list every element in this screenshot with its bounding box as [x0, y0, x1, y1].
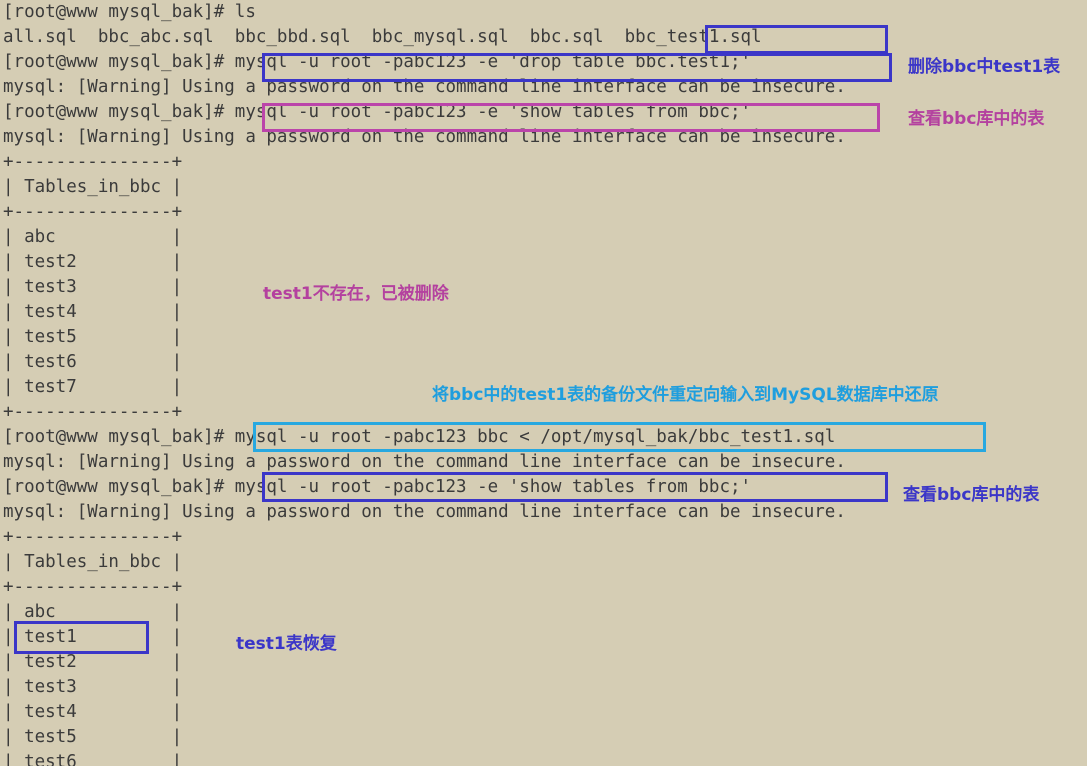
terminal-line: | test3 | [3, 677, 183, 697]
terminal-line: | abc | [3, 227, 183, 247]
terminal-line: | test4 | [3, 702, 183, 722]
terminal-line: | abc | [3, 602, 183, 622]
terminal-line: | test1 | [3, 627, 183, 647]
terminal-line: | test5 | [3, 327, 183, 347]
terminal-line: mysql: [Warning] Using a password on the… [3, 77, 846, 97]
drop-table-note: 删除bbc中test1表 [908, 57, 1061, 77]
terminal-line: [root@www mysql_bak]# ls [3, 2, 256, 22]
terminal-line: +---------------+ [3, 577, 183, 597]
terminal-line: | test6 | [3, 752, 183, 766]
terminal-line: | test6 | [3, 352, 183, 372]
test1-restored-note: test1表恢复 [236, 634, 337, 654]
terminal-line: | Tables_in_bbc | [3, 177, 183, 197]
terminal-line: mysql: [Warning] Using a password on the… [3, 452, 846, 472]
show-tables-note-2: 查看bbc库中的表 [903, 485, 1040, 505]
restore-note: 将bbc中的test1表的备份文件重定向输入到MySQL数据库中还原 [432, 385, 939, 405]
terminal-line: +---------------+ [3, 202, 183, 222]
terminal-line: [root@www mysql_bak]# mysql -u root -pab… [3, 427, 836, 447]
terminal-line: +---------------+ [3, 152, 183, 172]
terminal-line: | test3 | [3, 277, 183, 297]
terminal-line: | test5 | [3, 727, 183, 747]
show-tables-note-1: 查看bbc库中的表 [908, 109, 1045, 129]
terminal-line: | Tables_in_bbc | [3, 552, 183, 572]
terminal-screen: [root@www mysql_bak]# ls all.sql bbc_abc… [0, 0, 1087, 766]
terminal-line: all.sql bbc_abc.sql bbc_bbd.sql bbc_mysq… [3, 27, 762, 47]
terminal-line: | test2 | [3, 252, 183, 272]
terminal-line: | test2 | [3, 652, 183, 672]
test1-missing-note: test1不存在，已被删除 [263, 284, 449, 304]
terminal-line: | test4 | [3, 302, 183, 322]
terminal-line: +---------------+ [3, 527, 183, 547]
